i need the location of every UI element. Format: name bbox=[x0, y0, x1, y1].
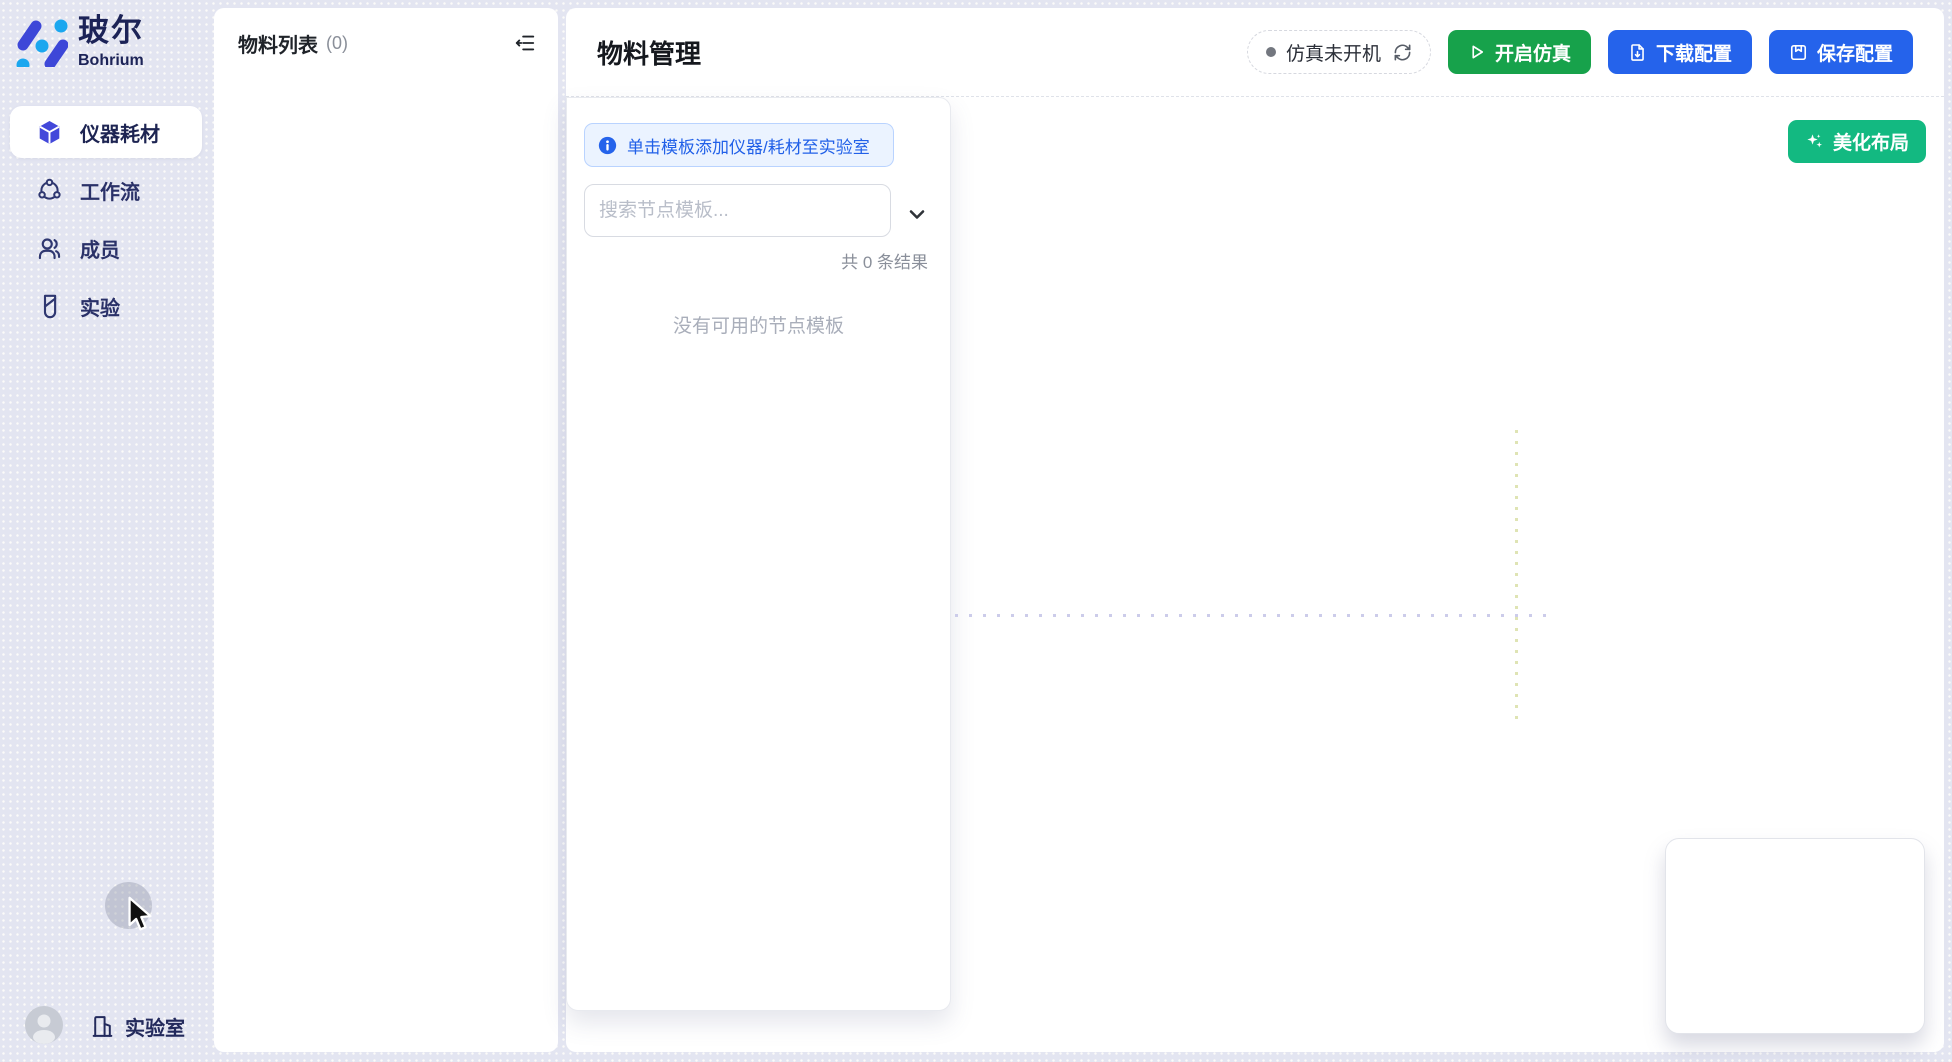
collapse-panel-button[interactable] bbox=[510, 28, 540, 58]
sidebar: 玻尔 Bohrium 仪器耗材 工作流 bbox=[0, 0, 214, 1062]
download-config-label: 下载配置 bbox=[1656, 39, 1732, 66]
main-header: 物料管理 仿真未开机 bbox=[566, 8, 1944, 97]
main-area: 物料管理 仿真未开机 bbox=[566, 8, 1944, 1052]
material-list-panel: 物料列表 (0) bbox=[214, 8, 558, 1052]
building-icon bbox=[90, 1014, 115, 1039]
sidebar-item-instruments[interactable]: 仪器耗材 bbox=[10, 106, 202, 158]
sidebar-item-experiments[interactable]: 实验 bbox=[10, 280, 202, 332]
avatar-person-icon bbox=[25, 1006, 63, 1044]
material-list-count: (0) bbox=[326, 33, 348, 54]
cube-icon bbox=[36, 119, 63, 146]
template-hint-text: 单击模板添加仪器/耗材至实验室 bbox=[627, 133, 870, 158]
template-filter-toggle[interactable] bbox=[904, 201, 930, 227]
sidebar-item-workflow[interactable]: 工作流 bbox=[10, 164, 202, 216]
start-simulation-label: 开启仿真 bbox=[1495, 39, 1571, 66]
canvas-minimap[interactable] bbox=[1665, 838, 1925, 1034]
template-empty-text: 没有可用的节点模板 bbox=[567, 311, 950, 338]
lab-label: 实验室 bbox=[125, 1012, 185, 1041]
download-config-button[interactable]: 下载配置 bbox=[1608, 30, 1752, 74]
play-icon bbox=[1468, 43, 1486, 61]
canvas-alignment-guide-horizontal bbox=[955, 614, 1555, 617]
page-title: 物料管理 bbox=[597, 34, 701, 71]
node-template-panel: 单击模板添加仪器/耗材至实验室 共 0 条结果 没有可用的节点模板 bbox=[566, 97, 951, 1011]
lab-switcher[interactable]: 实验室 bbox=[90, 1012, 185, 1041]
brand-logo[interactable]: 玻尔 Bohrium bbox=[14, 13, 144, 71]
sidebar-nav: 仪器耗材 工作流 成员 bbox=[0, 106, 214, 338]
user-avatar[interactable] bbox=[25, 1006, 63, 1044]
material-list-header: 物料列表 (0) bbox=[214, 8, 558, 78]
workflow-icon bbox=[36, 177, 63, 204]
refresh-status-button[interactable] bbox=[1393, 43, 1412, 62]
collapse-list-icon bbox=[514, 32, 536, 54]
sidebar-item-label: 实验 bbox=[80, 292, 120, 321]
app-root: 玻尔 Bohrium 仪器耗材 工作流 bbox=[0, 0, 1952, 1062]
save-config-button[interactable]: 保存配置 bbox=[1769, 30, 1913, 74]
sparkles-icon bbox=[1805, 132, 1824, 151]
bohrium-logo-icon bbox=[14, 13, 68, 67]
sidebar-item-label: 成员 bbox=[80, 234, 120, 263]
save-icon bbox=[1789, 43, 1808, 62]
template-search-input[interactable] bbox=[584, 184, 891, 237]
simulation-status-text: 仿真未开机 bbox=[1286, 39, 1381, 66]
sidebar-item-members[interactable]: 成员 bbox=[10, 222, 202, 274]
canvas-alignment-guide-vertical bbox=[1515, 430, 1518, 725]
material-list-title: 物料列表 bbox=[238, 29, 318, 58]
download-file-icon bbox=[1628, 43, 1647, 62]
status-dot bbox=[1266, 47, 1276, 57]
chevron-down-icon bbox=[905, 202, 929, 226]
template-hint-banner: 单击模板添加仪器/耗材至实验室 bbox=[584, 123, 894, 167]
brand-name-en: Bohrium bbox=[78, 51, 144, 71]
brand-text: 玻尔 Bohrium bbox=[78, 13, 144, 71]
simulation-status-pill: 仿真未开机 bbox=[1247, 30, 1431, 74]
start-simulation-button[interactable]: 开启仿真 bbox=[1448, 30, 1591, 74]
header-actions: 仿真未开机 开启仿真 bbox=[1247, 30, 1913, 74]
beautify-layout-button[interactable]: 美化布局 bbox=[1788, 120, 1926, 163]
brand-name-zh: 玻尔 bbox=[78, 13, 144, 49]
template-result-count: 共 0 条结果 bbox=[841, 248, 928, 273]
sidebar-footer: 实验室 bbox=[0, 1004, 214, 1050]
experiment-icon bbox=[36, 293, 63, 320]
refresh-icon bbox=[1393, 43, 1412, 62]
info-icon bbox=[598, 136, 617, 155]
sidebar-item-label: 仪器耗材 bbox=[80, 118, 160, 147]
save-config-label: 保存配置 bbox=[1817, 39, 1893, 66]
sidebar-item-label: 工作流 bbox=[80, 176, 140, 205]
members-icon bbox=[36, 235, 63, 262]
beautify-layout-label: 美化布局 bbox=[1833, 128, 1909, 155]
